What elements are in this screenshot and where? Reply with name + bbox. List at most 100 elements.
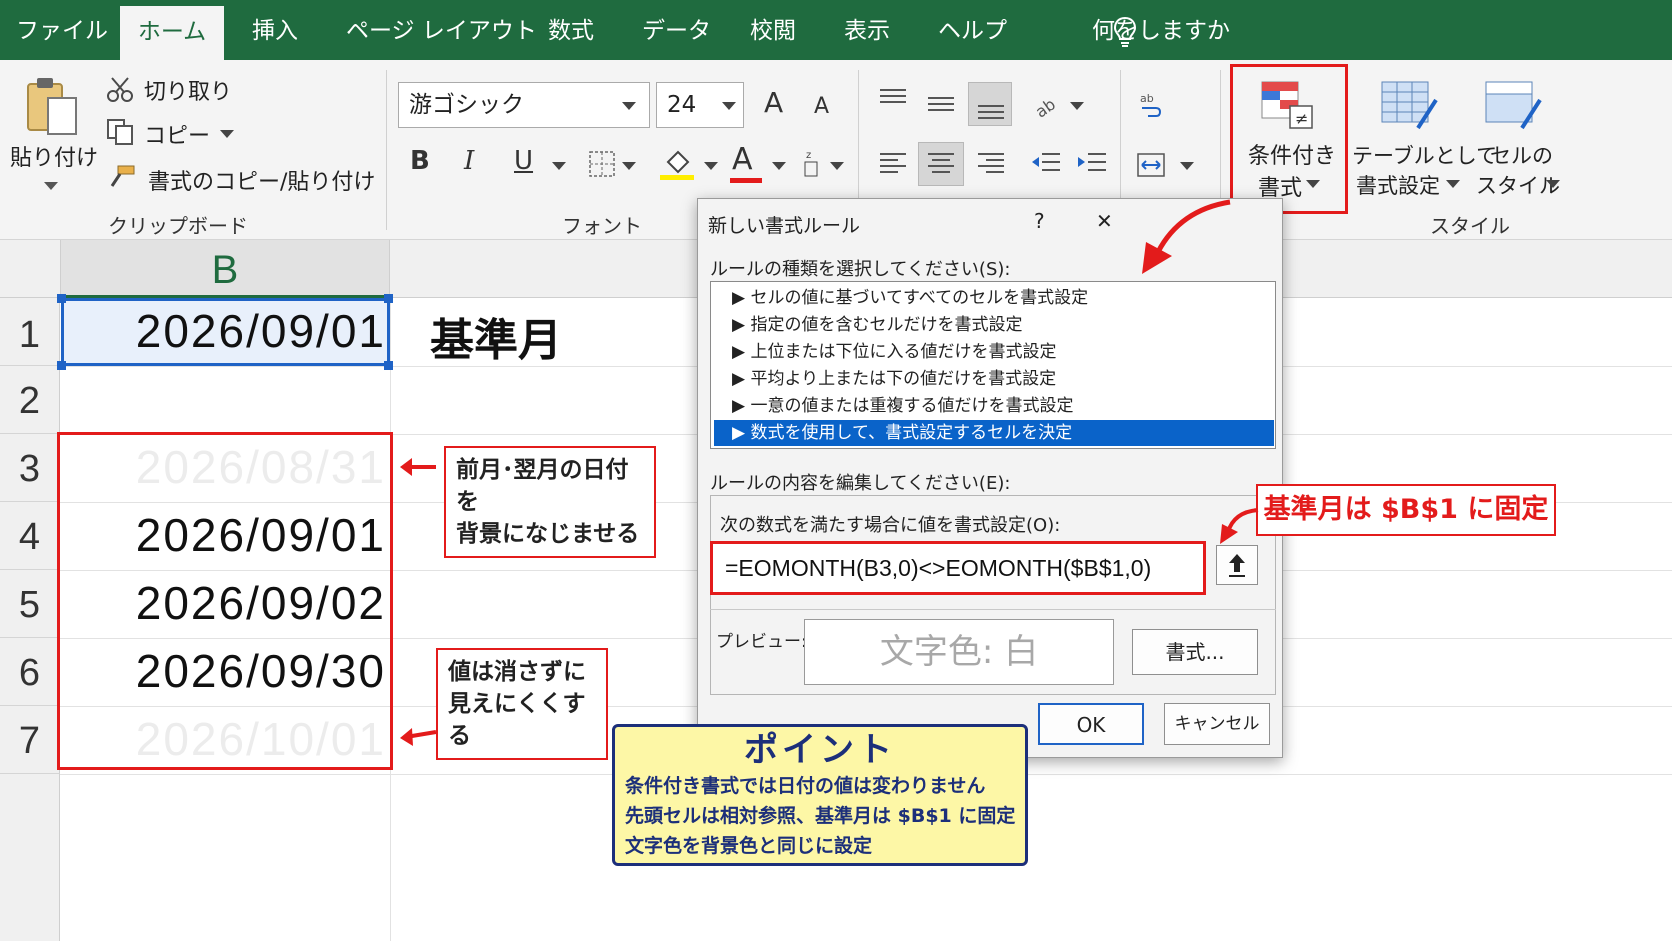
cancel-button[interactable]: キャンセル [1164,703,1270,745]
styles-group-label: スタイル [1430,214,1510,238]
grow-font-button[interactable]: A [764,86,783,119]
format-as-table-caret[interactable] [1446,180,1460,188]
collapse-dialog-button[interactable] [1216,545,1258,585]
tab-review[interactable]: 校閲 [750,0,796,60]
font-group-label: フォント [562,214,642,238]
font-name-dropdown[interactable]: 游ゴシック [398,82,650,128]
fill-color-caret[interactable] [704,162,718,170]
row-header-3[interactable]: 3 [0,434,60,502]
copy-button[interactable]: コピー [144,118,210,150]
group-separator [386,70,387,230]
selection-handle[interactable] [384,361,393,370]
underline-button[interactable]: U [514,146,533,176]
font-name-caret[interactable] [622,102,636,110]
phonetic-caret[interactable] [830,162,844,170]
paste-icon[interactable] [24,74,80,140]
selection-handle[interactable] [57,361,66,370]
format-painter-icon [110,165,135,187]
callout-line: 背景になじませる [456,521,640,547]
format-as-table-button[interactable]: テーブルとして [1352,140,1497,170]
edit-rule-label: ルールの内容を編集してください(E): [710,473,1011,494]
callout-line: 値は消さずに [448,659,586,685]
rule-type-item[interactable]: ▶ 指定の値を含むセルだけを書式設定 [714,312,1274,338]
rule-type-item[interactable]: ▶ 上位または下位に入る値だけを書式設定 [714,339,1274,365]
arrow-curved-left-icon [1220,508,1259,544]
underline-caret[interactable] [552,162,566,170]
wrap-text-icon[interactable]: ab [1138,90,1162,120]
cell-b1[interactable]: 2026/09/01 [64,304,386,358]
row-header-1[interactable]: 1 [0,298,60,366]
column-header-b[interactable]: B [60,240,390,298]
italic-button[interactable]: I [464,146,474,176]
cell-styles-button[interactable]: セルの [1490,140,1553,170]
row-header-4[interactable]: 4 [0,502,60,570]
row-header-6[interactable]: 6 [0,638,60,706]
cell-c1[interactable]: 基準月 [430,304,562,368]
orientation-icon[interactable]: ab [1032,90,1062,120]
point-line: 文字色を背景色と同じに設定 [625,835,873,857]
align-middle-icon[interactable] [926,94,956,116]
preview-box: 文字色: 白 [804,619,1114,685]
arrow-left-icon [400,728,437,746]
svg-text:ab: ab [1140,92,1154,105]
tab-page-layout[interactable]: ページ レイアウト [346,0,537,60]
align-left-icon[interactable] [878,150,908,180]
new-formatting-rule-dialog: 新しい書式ルール ? ✕ ルールの種類を選択してください(S): ▶ セルの値に… [697,198,1283,758]
rule-type-item[interactable]: ▶ 一意の値または重複する値だけを書式設定 [714,393,1274,419]
row-header-2[interactable]: 2 [0,366,60,434]
dialog-help-button[interactable]: ? [1034,209,1045,233]
borders-icon[interactable] [588,150,616,178]
tab-home[interactable]: ホーム [120,6,224,60]
align-right-icon[interactable] [976,150,1006,180]
cell-styles-caret[interactable] [1546,180,1560,188]
bold-button[interactable]: B [410,146,430,176]
dialog-close-button[interactable]: ✕ [1096,209,1113,233]
rule-type-item-selected[interactable]: ▶ 数式を使用して、書式設定するセルを決定 [714,420,1274,446]
paste-button[interactable]: 貼り付け [10,140,98,172]
tell-me-search[interactable]: 何をしますか [1092,0,1230,60]
format-button[interactable]: 書式... [1132,629,1258,675]
rule-type-item[interactable]: ▶ セルの値に基づいてすべてのセルを書式設定 [714,285,1274,311]
tab-formulas[interactable]: 数式 [548,0,594,60]
merge-center-caret[interactable] [1180,162,1194,170]
align-top-icon[interactable] [878,88,908,110]
ok-button[interactable]: OK [1038,703,1144,745]
copy-icon [107,119,133,145]
tab-insert[interactable]: 挿入 [252,0,298,60]
selection-handle[interactable] [384,294,393,303]
rule-type-list: ▶ セルの値に基づいてすべてのセルを書式設定 ▶ 指定の値を含むセルだけを書式設… [710,281,1276,449]
font-color-caret[interactable] [772,162,786,170]
tab-view[interactable]: 表示 [844,0,890,60]
row-header-7[interactable]: 7 [0,706,60,774]
formula-label: 次の数式を満たす場合に値を書式設定(O): [720,515,1061,536]
orientation-caret[interactable] [1070,102,1084,110]
cut-button[interactable]: 切り取り [144,74,232,106]
conditional-format-highlight [1230,64,1348,214]
copy-dropdown-caret[interactable] [220,130,234,138]
shrink-font-button[interactable]: A [814,94,829,119]
fill-color-icon[interactable] [660,146,694,180]
decrease-indent-icon[interactable] [1030,150,1062,180]
point-line: 条件付き書式では日付の値は変わりません [625,775,986,797]
row-header-5[interactable]: 5 [0,570,60,638]
format-as-table-icon[interactable] [1380,80,1438,132]
font-size-caret[interactable] [722,102,736,110]
borders-caret[interactable] [622,162,636,170]
tab-data[interactable]: データ [642,0,711,60]
merge-center-icon[interactable] [1136,152,1166,178]
phonetic-icon[interactable]: z [802,148,822,178]
rule-type-item[interactable]: ▶ 平均より上または下の値だけを書式設定 [714,366,1274,392]
preview-label: プレビュー: [716,632,807,652]
cell-styles-icon[interactable] [1484,80,1542,132]
format-painter-button[interactable]: 書式のコピー/貼り付け [148,164,375,196]
font-color-button[interactable]: A [732,142,753,177]
selection-handle[interactable] [57,294,66,303]
format-as-table-button-line2[interactable]: 書式設定 [1356,170,1440,200]
formula-input[interactable]: =EOMONTH(B3,0)<>EOMONTH($B$1,0) [710,541,1206,595]
paste-dropdown-caret[interactable] [44,182,58,190]
increase-indent-icon[interactable] [1076,150,1108,180]
tab-help[interactable]: ヘルプ [938,0,1007,60]
callout-fixed-reference: 基準月は $B$1 に固定 [1256,484,1556,536]
row-header-empty [0,774,60,941]
tab-file[interactable]: ファイル [16,0,108,60]
